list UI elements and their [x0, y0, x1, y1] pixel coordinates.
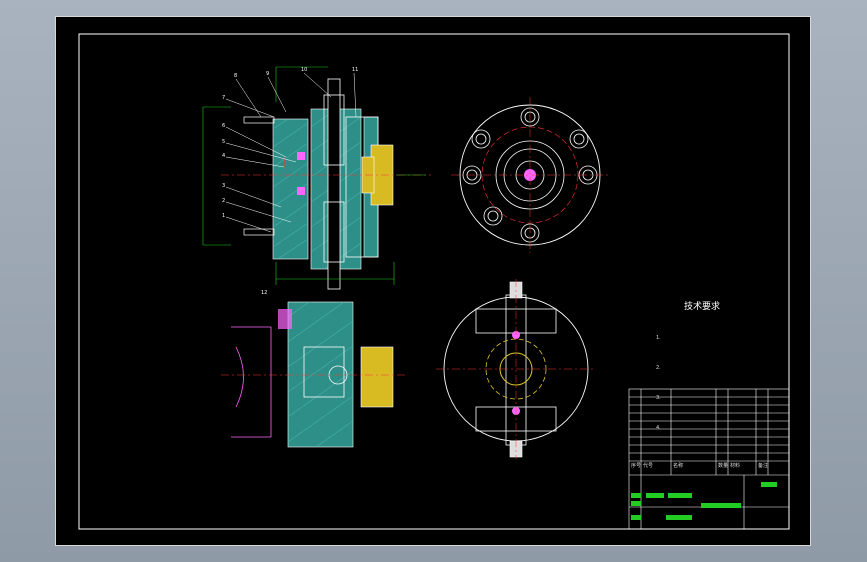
tech-requirement-line: 2. — [656, 365, 661, 371]
drawing-sheet: 技术要求 1. 2. 3. 4. 序号 代号 名称 数量 材料 备注 8 9 1… — [55, 16, 811, 546]
title-block-header: 序号 代号 名称 数量 材料 备注 — [631, 462, 791, 474]
tech-requirement-line: 1. — [656, 335, 661, 341]
bolt-top — [243, 116, 275, 124]
inner-border — [78, 33, 790, 530]
callout: 2 — [222, 198, 226, 204]
end-view-bottom — [436, 279, 596, 459]
callout: 9 — [266, 71, 270, 77]
callout: 3 — [222, 183, 226, 189]
callout: 10 — [301, 67, 308, 73]
callout: 8 — [234, 73, 238, 79]
tech-requirements-title: 技术要求 — [684, 302, 721, 312]
callout: 6 — [222, 123, 226, 129]
callout: 5 — [222, 139, 226, 145]
tech-requirements-lines: 1. 2. 3. 4. — [656, 313, 834, 453]
callout: 4 — [222, 153, 226, 159]
tech-requirement-line: 3. — [656, 395, 661, 401]
header-label: 材料 — [730, 463, 741, 469]
header-label: 备注 — [758, 463, 769, 469]
title-block-green-cells — [631, 482, 777, 520]
callout: 12 — [261, 290, 268, 296]
yellow-nut-bottom — [360, 346, 394, 408]
workpiece-outline — [231, 326, 272, 438]
header-label: 数量 — [718, 463, 729, 469]
shaft — [327, 78, 341, 290]
end-view-top — [451, 97, 611, 253]
header-label: 代号 — [643, 463, 654, 469]
section-view-top — [202, 66, 431, 290]
callout: 11 — [352, 67, 359, 73]
bolt-bottom — [243, 228, 275, 236]
header-label: 名称 — [673, 463, 684, 469]
section-view-bottom — [221, 301, 406, 448]
callout: 7 — [222, 95, 226, 101]
tech-requirement-line: 4. — [656, 425, 661, 431]
header-label: 序号 — [631, 463, 642, 469]
callout: 1 — [222, 213, 226, 219]
